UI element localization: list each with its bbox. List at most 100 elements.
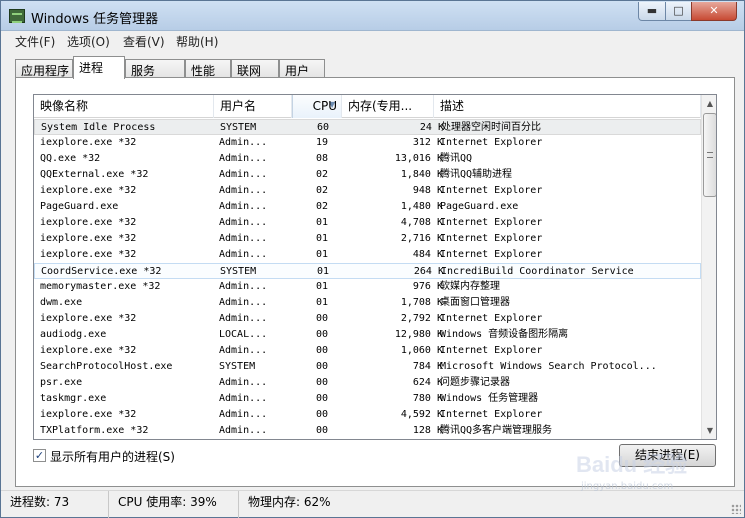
scrollbar-thumb[interactable] — [703, 113, 716, 197]
process-row[interactable]: iexplore.exe *32 Admin... 00 2,792 K Interne… — [34, 311, 701, 327]
tab-performance[interactable]: 性能 — [185, 59, 231, 79]
process-row[interactable]: iexplore.exe *32 Admin... 01 4,708 K Interne… — [34, 215, 701, 231]
tab-applications[interactable]: 应用程序 — [15, 59, 73, 79]
process-row[interactable]: iexplore.exe *32 Admin... 01 484 K Internet … — [34, 247, 701, 263]
process-cpu: 00 — [315, 425, 328, 436]
process-row[interactable]: PageGuard.exe Admin... 02 1,480 K PageGuard.… — [34, 199, 701, 215]
tab-services[interactable]: 服务 — [125, 59, 185, 79]
process-user-name: Admin... — [219, 153, 268, 164]
process-image-name: iexplore.exe *32 — [40, 137, 137, 148]
process-row[interactable]: System Idle Process SYSTEM 60 24 K 处理器空闲时间百分… — [34, 119, 701, 135]
tab-processes[interactable]: 进程 — [73, 56, 125, 79]
process-user-name: SYSTEM — [219, 361, 256, 372]
process-description: PageGuard.exe — [440, 201, 519, 212]
process-description: 处理器空闲时间百分比 — [441, 122, 541, 133]
process-memory: 312 K — [412, 137, 443, 148]
status-cpu-usage: CPU 使用率: 39% — [109, 491, 239, 518]
process-cpu: 00 — [315, 345, 328, 356]
process-row[interactable]: iexplore.exe *32 Admin... 01 2,716 K Interne… — [34, 231, 701, 247]
column-header-memory[interactable]: 内存(专用... — [342, 95, 434, 118]
process-image-name: PageGuard.exe — [40, 201, 119, 212]
process-row[interactable]: iexplore.exe *32 Admin... 00 1,060 K Interne… — [34, 343, 701, 359]
show-all-users-checkbox[interactable]: ✓ — [33, 449, 46, 462]
process-memory: 1,840 K — [400, 169, 443, 180]
process-row[interactable]: iexplore.exe *32 Admin... 00 4,592 K Interne… — [34, 407, 701, 423]
title-bar[interactable]: Windows 任务管理器 ▬ □ ✕ — [1, 1, 744, 31]
process-row[interactable]: iexplore.exe *32 Admin... 02 948 K Internet … — [34, 183, 701, 199]
process-description: 问题步骤记录器 — [440, 377, 510, 388]
process-row[interactable]: iexplore.exe *32 Admin... 19 312 K Internet … — [34, 135, 701, 151]
menu-options[interactable]: 选项(O) — [67, 33, 110, 50]
vertical-scrollbar[interactable]: ▲ ▼ — [701, 95, 716, 439]
baidu-watermark: Baidu 经验 jingyan.baidu.com — [576, 447, 736, 497]
scroll-down-icon[interactable]: ▼ — [702, 422, 716, 439]
process-row[interactable]: taskmgr.exe Admin... 00 780 K Windows 任务管理器 — [34, 391, 701, 407]
process-memory: 128 K — [412, 425, 443, 436]
watermark-url: jingyan.baidu.com — [581, 481, 674, 492]
process-description: Internet Explorer — [440, 409, 543, 420]
watermark-logo-text: Baidu 经验 — [576, 452, 688, 477]
process-row[interactable]: psr.exe Admin... 00 624 K 问题步骤记录器 — [34, 375, 701, 391]
column-header-user-name[interactable]: 用户名 — [214, 95, 292, 118]
process-row[interactable]: QQExternal.exe *32 Admin... 02 1,840 K 腾讯QQ辅… — [34, 167, 701, 183]
menu-help[interactable]: 帮助(H) — [176, 33, 218, 50]
process-description: 软媒内存整理 — [440, 281, 500, 292]
minimize-button[interactable]: ▬ — [638, 2, 666, 21]
column-header-cpu-label: CPU — [312, 99, 337, 113]
process-cpu: 01 — [315, 281, 328, 292]
process-memory: 4,708 K — [400, 217, 443, 228]
process-user-name: Admin... — [219, 377, 268, 388]
process-user-name: SYSTEM — [220, 122, 257, 133]
process-user-name: Admin... — [219, 425, 268, 436]
process-row[interactable]: CoordService.exe *32 SYSTEM 01 264 K Incredi… — [34, 263, 701, 279]
process-description: 腾讯QQ — [440, 153, 473, 164]
process-row[interactable]: SearchProtocolHost.exe SYSTEM 00 784 K Micro… — [34, 359, 701, 375]
process-user-name: Admin... — [219, 233, 268, 244]
process-user-name: Admin... — [219, 409, 268, 420]
process-description: Internet Explorer — [440, 137, 543, 148]
process-row[interactable]: audiodg.exe LOCAL... 00 12,980 K Windows 音频设… — [34, 327, 701, 343]
status-process-count: 进程数: 73 — [1, 491, 109, 518]
scrollbar-grip-icon — [707, 152, 713, 158]
process-description: Internet Explorer — [440, 313, 543, 324]
column-header-image-name[interactable]: 映像名称 — [34, 95, 214, 118]
menu-view[interactable]: 查看(V) — [123, 33, 165, 50]
process-row[interactable]: TXPlatform.exe *32 Admin... 00 128 K 腾讯QQ多客户… — [34, 423, 701, 439]
process-description: IncrediBuild Coordinator Service — [441, 266, 634, 277]
process-user-name: Admin... — [219, 297, 268, 308]
process-user-name: SYSTEM — [220, 266, 257, 277]
process-user-name: Admin... — [219, 313, 268, 324]
process-image-name: CoordService.exe *32 — [41, 266, 162, 277]
process-cpu: 01 — [315, 297, 328, 308]
column-header-cpu[interactable]: ▼ CPU — [292, 95, 342, 118]
column-header-description[interactable]: 描述 — [434, 95, 701, 118]
process-row[interactable]: dwm.exe Admin... 01 1,708 K 桌面窗口管理器 — [34, 295, 701, 311]
process-user-name: Admin... — [219, 249, 268, 260]
process-description: Windows 任务管理器 — [440, 393, 539, 404]
window-title: Windows 任务管理器 — [31, 12, 159, 27]
process-row[interactable]: memorymaster.exe *32 Admin... 01 976 K 软媒内存整… — [34, 279, 701, 295]
process-description: Internet Explorer — [440, 217, 543, 228]
process-memory: 948 K — [412, 185, 443, 196]
task-manager-app-icon — [9, 9, 25, 23]
process-memory: 624 K — [412, 377, 443, 388]
resize-grip-icon[interactable] — [731, 504, 741, 514]
tab-networking[interactable]: 联网 — [231, 59, 279, 79]
scroll-up-icon[interactable]: ▲ — [702, 95, 716, 112]
process-image-name: iexplore.exe *32 — [40, 217, 137, 228]
process-cpu: 00 — [315, 377, 328, 388]
process-user-name: Admin... — [219, 201, 268, 212]
process-list[interactable]: 映像名称 用户名 ▼ CPU 内存(专用... 描述 System Idle P… — [33, 94, 717, 440]
close-button[interactable]: ✕ — [691, 2, 737, 21]
process-cpu: 02 — [315, 201, 328, 212]
tab-users[interactable]: 用户 — [279, 59, 325, 79]
process-user-name: Admin... — [219, 393, 268, 404]
maximize-button[interactable]: □ — [665, 2, 692, 21]
process-memory: 784 K — [412, 361, 443, 372]
show-all-users-label[interactable]: 显示所有用户的进程(S) — [50, 448, 175, 465]
process-row[interactable]: QQ.exe *32 Admin... 08 13,016 K 腾讯QQ — [34, 151, 701, 167]
process-image-name: taskmgr.exe — [40, 393, 107, 404]
menu-file[interactable]: 文件(F) — [15, 33, 55, 50]
process-description: Microsoft Windows Search Protocol... — [440, 361, 657, 372]
process-image-name: psr.exe — [40, 377, 83, 388]
